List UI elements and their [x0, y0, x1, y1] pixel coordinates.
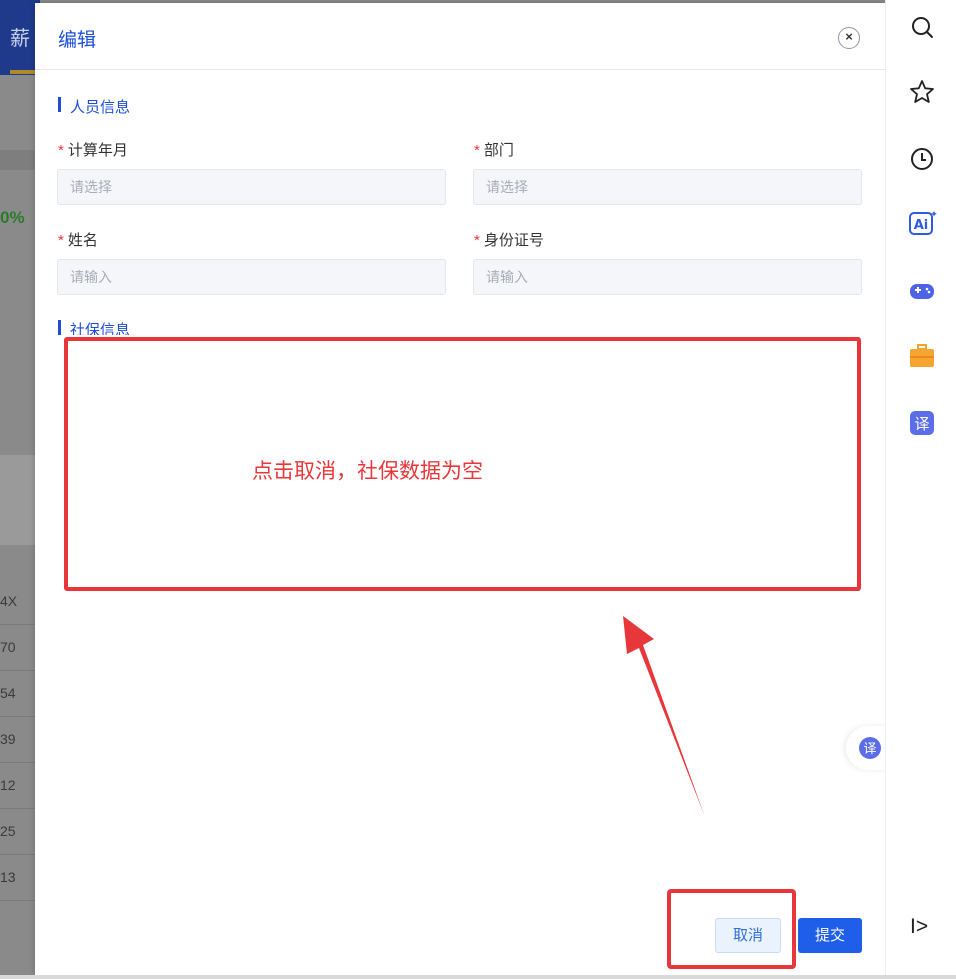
- background-header-underline: [10, 70, 36, 74]
- background-table-cell: 4X: [0, 578, 40, 625]
- svg-text:✦: ✦: [930, 210, 937, 220]
- floating-translate-button[interactable]: 译: [846, 726, 890, 770]
- background-table-cell: 25: [0, 808, 40, 855]
- annotation-arrow: [623, 616, 705, 817]
- translate-icon: 译: [859, 737, 881, 759]
- background-table-cell: 12: [0, 762, 40, 809]
- background-header-text: 薪: [10, 28, 30, 50]
- briefcase-icon[interactable]: [907, 341, 937, 371]
- ai-icon[interactable]: Ai ✦: [907, 208, 937, 238]
- ai-text: Ai: [914, 218, 929, 233]
- translate-text: 译: [914, 415, 929, 433]
- search-icon[interactable]: [907, 12, 937, 42]
- background-band: [0, 150, 40, 170]
- submit-button[interactable]: 提交: [798, 918, 862, 953]
- window-bottom-edge: [0, 975, 956, 979]
- edit-modal: 编辑 × 人员信息 * 计算年月 请选择 * 部门 请选择 * 姓名 请输入 * 身份证…: [35, 3, 885, 975]
- svg-text:译: 译: [863, 742, 876, 757]
- game-icon[interactable]: [907, 276, 937, 306]
- background-band: [0, 455, 40, 545]
- background-table-cell: 13: [0, 854, 40, 901]
- background-header: 薪: [0, 0, 40, 75]
- background-percent: 0%: [0, 208, 25, 227]
- star-icon[interactable]: [907, 77, 937, 107]
- background-table-cell: 39: [0, 716, 40, 763]
- background-table-cell: 70: [0, 624, 40, 671]
- history-icon[interactable]: [907, 144, 937, 174]
- translate-icon[interactable]: 译: [907, 408, 937, 438]
- background-table-cell: 54: [0, 670, 40, 717]
- right-sidebar: Ai ✦ 译 I>: [885, 0, 956, 979]
- annotation-button-highlight: [667, 889, 796, 969]
- collapse-icon[interactable]: I>: [910, 915, 928, 939]
